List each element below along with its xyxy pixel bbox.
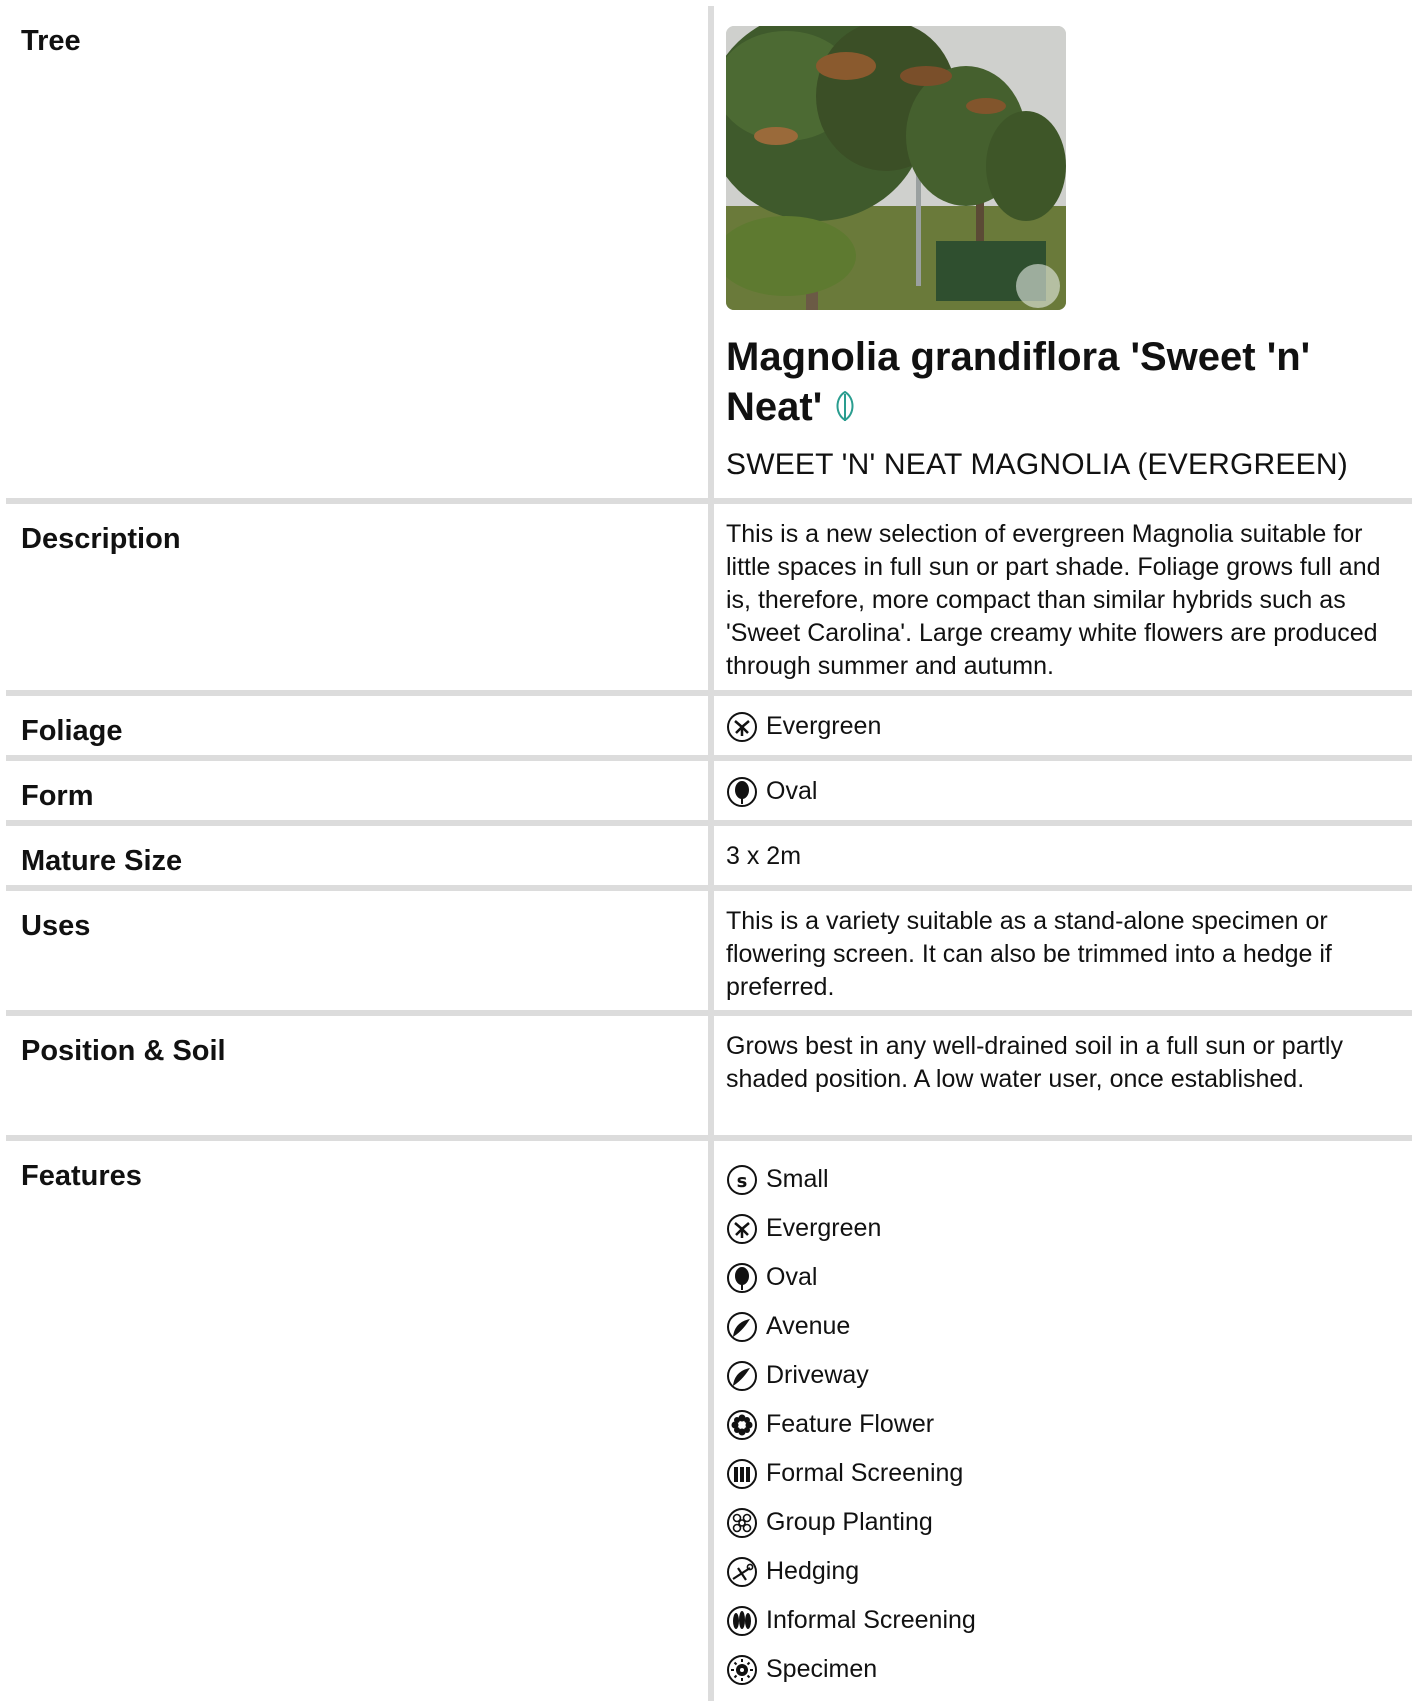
mature-size-value-cell: 3 x 2m	[714, 826, 1414, 885]
tree-label: Tree	[21, 25, 81, 57]
feature-item: Avenue	[726, 1302, 1406, 1351]
position-soil-value-cell: Grows best in any well-drained soil in a…	[714, 1016, 1414, 1135]
position-soil-label: Position & Soil	[21, 1035, 226, 1067]
feature-item: Specimen	[726, 1645, 1406, 1694]
feature-label: Oval	[766, 1263, 818, 1291]
form-value-cell: Oval	[714, 761, 1414, 820]
feature-label: Hedging	[766, 1557, 860, 1585]
common-name: SWEET 'N' NEAT MAGNOLIA (EVERGREEN)	[726, 448, 1348, 482]
feature-label: Evergreen	[766, 1214, 882, 1242]
feature-flower-icon	[726, 1409, 758, 1441]
description-value-cell: This is a new selection of evergreen Mag…	[714, 504, 1414, 690]
feature-label: Driveway	[766, 1361, 869, 1389]
position-soil-label-cell: Position & Soil	[6, 1016, 708, 1135]
foliage-label-cell: Foliage	[6, 696, 708, 755]
svg-text:s: s	[737, 1171, 748, 1192]
description-text: This is a new selection of evergreen Mag…	[726, 520, 1381, 680]
feature-item: Hedging	[726, 1547, 1406, 1596]
feature-label: Formal Screening	[766, 1459, 964, 1487]
foliage-label: Foliage	[21, 715, 123, 747]
uses-value-cell: This is a variety suitable as a stand-al…	[714, 891, 1414, 1010]
feature-item: s Small	[726, 1155, 1406, 1204]
formal-screening-icon	[726, 1458, 758, 1490]
feature-label: Avenue	[766, 1312, 851, 1340]
feature-item: Informal Screening	[726, 1596, 1406, 1645]
plant-photo	[726, 26, 1066, 310]
hedging-icon	[726, 1556, 758, 1588]
tree-label-cell: Tree	[6, 6, 708, 498]
feature-item: Formal Screening	[726, 1449, 1406, 1498]
feature-label: Informal Screening	[766, 1606, 976, 1634]
uses-text: This is a variety suitable as a stand-al…	[726, 907, 1332, 1001]
description-label-cell: Description	[6, 504, 708, 690]
leaf-icon	[830, 384, 860, 434]
feature-item: Oval	[726, 1253, 1406, 1302]
uses-label: Uses	[21, 910, 91, 942]
features-label-cell: Features	[6, 1141, 708, 1701]
plant-spec-table: Tree Magnolia grandiflora 'Sweet 'n' Nea…	[6, 6, 1414, 1701]
feature-label: Specimen	[766, 1655, 878, 1683]
mature-size-label: Mature Size	[21, 845, 183, 877]
avenue-icon	[726, 1311, 758, 1343]
small-icon: s	[726, 1164, 758, 1196]
features-value-cell: s Small Evergreen Oval Avenue Driveway F…	[714, 1141, 1414, 1701]
group-planting-icon	[726, 1507, 758, 1539]
oval-icon	[726, 1262, 758, 1294]
informal-screening-icon	[726, 1605, 758, 1637]
feature-label: Group Planting	[766, 1508, 933, 1536]
tree-value-cell: Magnolia grandiflora 'Sweet 'n' Neat' SW…	[714, 6, 1414, 498]
features-label: Features	[21, 1160, 142, 1192]
feature-label: Small	[766, 1165, 829, 1193]
form-value: Oval	[766, 777, 818, 805]
plant-photo-image	[726, 26, 1066, 310]
driveway-icon	[726, 1360, 758, 1392]
form-label: Form	[21, 780, 94, 812]
plant-name: Magnolia grandiflora 'Sweet 'n' Neat'	[726, 335, 1311, 429]
evergreen-icon	[726, 711, 758, 743]
form-label-cell: Form	[6, 761, 708, 820]
feature-item: Group Planting	[726, 1498, 1406, 1547]
position-soil-text: Grows best in any well-drained soil in a…	[726, 1032, 1343, 1093]
oval-icon	[726, 776, 758, 808]
specimen-icon	[726, 1654, 758, 1686]
feature-item: Evergreen	[726, 1204, 1406, 1253]
evergreen-icon	[726, 1213, 758, 1245]
mature-size-value: 3 x 2m	[726, 842, 802, 870]
uses-label-cell: Uses	[6, 891, 708, 1010]
feature-label: Feature Flower	[766, 1410, 935, 1438]
plant-name-heading: Magnolia grandiflora 'Sweet 'n' Neat'	[726, 332, 1406, 434]
foliage-value: Evergreen	[766, 712, 882, 740]
mature-size-label-cell: Mature Size	[6, 826, 708, 885]
foliage-value-cell: Evergreen	[714, 696, 1414, 755]
feature-item: Feature Flower	[726, 1400, 1406, 1449]
description-label: Description	[21, 523, 181, 555]
feature-item: Driveway	[726, 1351, 1406, 1400]
